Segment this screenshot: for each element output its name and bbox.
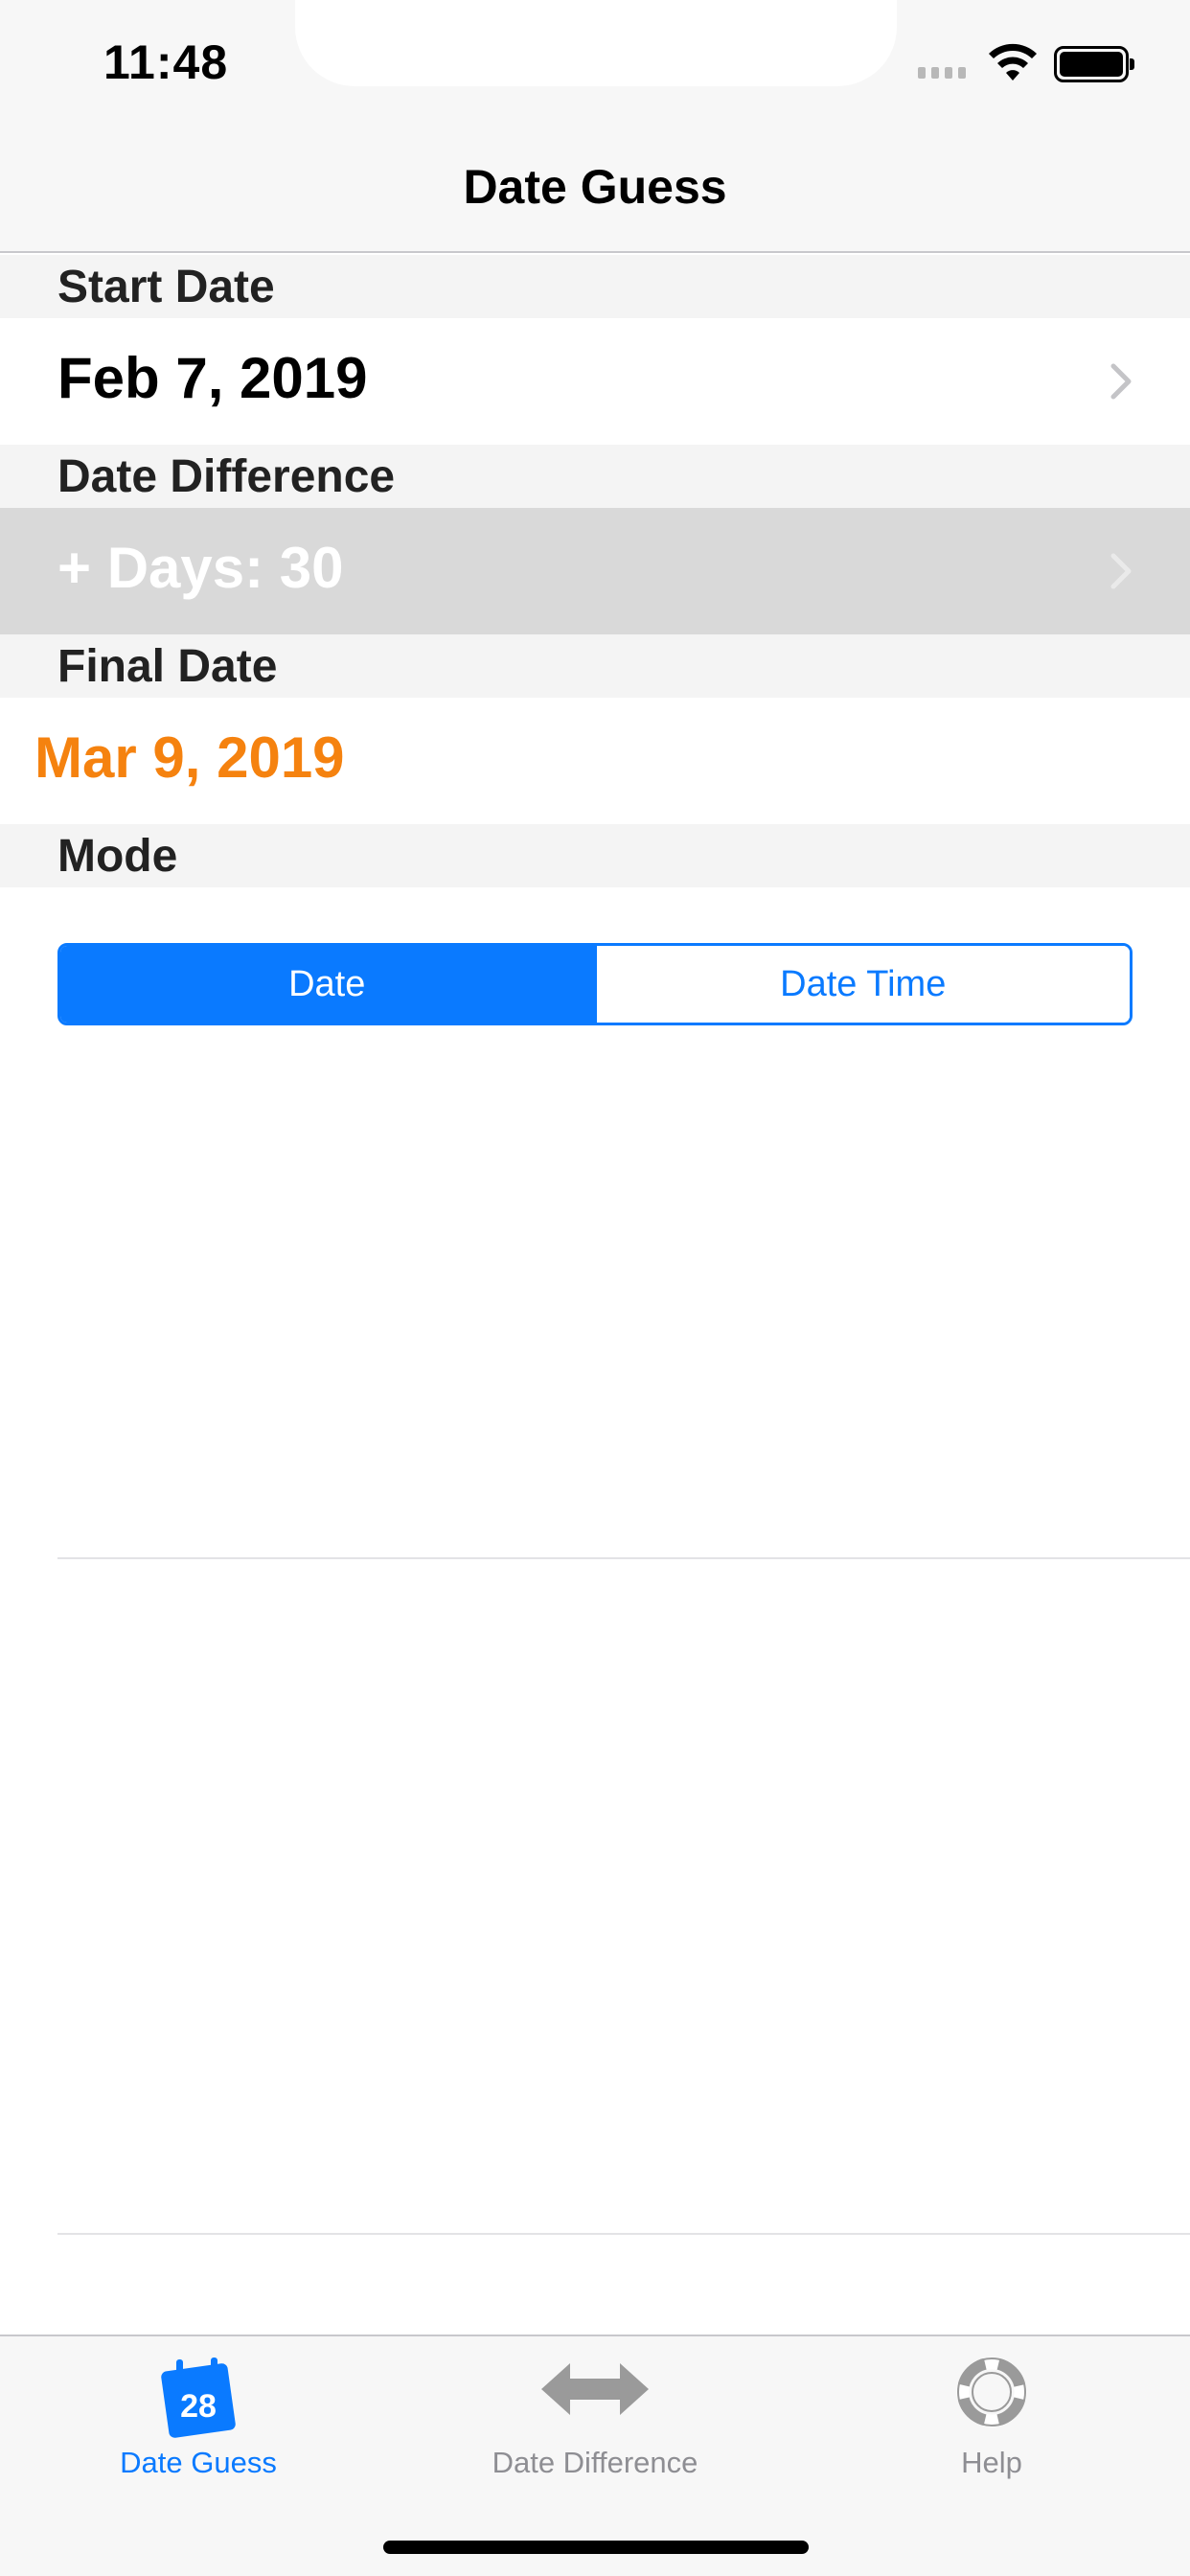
app-screen: 11:48 Date Guess Start Date Feb 7, 2019 … bbox=[0, 0, 1190, 2576]
home-indicator[interactable] bbox=[383, 2541, 809, 2554]
status-time: 11:48 bbox=[103, 35, 229, 89]
section-header-start-date: Start Date bbox=[0, 255, 1190, 318]
status-bar: 11:48 bbox=[0, 0, 1190, 126]
section-header-label: Final Date bbox=[57, 641, 278, 692]
mode-segmented-control[interactable]: Date Date Time bbox=[57, 943, 1133, 1025]
battery-icon bbox=[1054, 46, 1134, 82]
start-date-row[interactable]: Feb 7, 2019 bbox=[0, 318, 1190, 445]
lifebuoy-icon bbox=[956, 2357, 1027, 2427]
double-arrow-icon bbox=[541, 2363, 649, 2415]
section-header-label: Mode bbox=[57, 831, 178, 882]
section-header-mode: Mode bbox=[0, 824, 1190, 887]
section-header-label: Start Date bbox=[57, 262, 275, 312]
cellular-signal-icon bbox=[918, 67, 966, 79]
date-difference-value: + Days: 30 bbox=[57, 536, 344, 600]
tab-date-difference[interactable]: Date Difference bbox=[397, 2336, 793, 2499]
chevron-right-icon bbox=[1110, 363, 1132, 400]
chevron-right-icon bbox=[1110, 553, 1132, 589]
final-date-row: Mar 9, 2019 bbox=[0, 698, 1190, 824]
page-title: Date Guess bbox=[463, 160, 727, 214]
navigation-bar: Date Guess bbox=[0, 126, 1190, 253]
tab-date-guess[interactable]: 28 Date Guess bbox=[0, 2336, 397, 2499]
section-header-label: Date Difference bbox=[57, 451, 396, 502]
wifi-icon bbox=[989, 43, 1037, 80]
mode-option-date-time[interactable]: Date Time bbox=[593, 946, 1130, 1023]
section-header-date-difference: Date Difference bbox=[0, 445, 1190, 508]
mode-option-date[interactable]: Date bbox=[60, 946, 594, 1023]
divider bbox=[57, 1557, 1190, 1559]
divider bbox=[57, 2233, 1190, 2235]
final-date-value: Mar 9, 2019 bbox=[34, 725, 345, 790]
calendar-icon-number: 28 bbox=[180, 2388, 217, 2425]
date-difference-row[interactable]: + Days: 30 bbox=[0, 508, 1190, 634]
tab-label: Date Guess bbox=[120, 2446, 277, 2479]
section-header-final-date: Final Date bbox=[0, 634, 1190, 698]
tab-label: Date Difference bbox=[492, 2446, 698, 2479]
tab-bar: 28 Date Guess Date Difference Help bbox=[0, 2334, 1190, 2576]
tab-help[interactable]: Help bbox=[793, 2336, 1190, 2499]
tab-label: Help bbox=[961, 2446, 1022, 2479]
start-date-value: Feb 7, 2019 bbox=[57, 346, 368, 410]
device-notch bbox=[295, 0, 897, 86]
calendar-icon: 28 bbox=[161, 2358, 236, 2438]
